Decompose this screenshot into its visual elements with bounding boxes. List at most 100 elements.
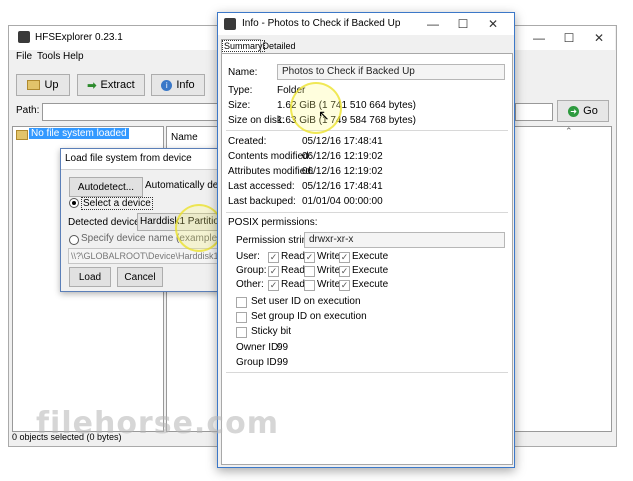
other-read-checkbox[interactable]: ✓	[268, 280, 279, 291]
other-write-checkbox[interactable]	[304, 280, 315, 291]
setuid-checkbox[interactable]	[236, 297, 247, 308]
setgid-checkbox[interactable]	[236, 312, 247, 323]
last-accessed-label: Last accessed:	[228, 181, 295, 192]
last-accessed-value: 05/12/16 17:48:41	[302, 181, 383, 192]
owner-id-value: 99	[277, 342, 289, 353]
name-label: Name:	[228, 67, 258, 78]
load-dialog-title: Load file system from device	[65, 153, 192, 164]
close-icon[interactable]: ✕	[478, 14, 508, 34]
last-backuped-label: Last backuped:	[228, 196, 296, 207]
folder-up-icon	[27, 80, 41, 90]
autodetect-button[interactable]: Autodetect...	[69, 177, 143, 197]
group-write-label: Write	[317, 265, 341, 276]
up-button[interactable]: Up	[16, 74, 70, 96]
extract-button[interactable]: ➡ Extract	[77, 74, 145, 96]
other-execute-label: Execute	[352, 279, 389, 290]
divider	[226, 372, 508, 373]
radio-dot-icon	[72, 201, 76, 205]
window-title: HFSExplorer 0.23.1	[35, 32, 123, 43]
posix-label: POSIX permissions:	[228, 217, 318, 228]
tree-item[interactable]: No file system loaded	[29, 128, 129, 139]
path-input[interactable]	[42, 103, 218, 121]
mouse-cursor-icon: ↖	[318, 107, 330, 123]
maximize-icon[interactable]: ☐	[448, 14, 478, 34]
minimize-icon[interactable]: —	[524, 28, 554, 48]
select-device-radio[interactable]	[69, 198, 79, 208]
menu-file[interactable]: File	[16, 51, 32, 62]
cursor-highlight	[175, 204, 223, 252]
sticky-label: Sticky bit	[251, 326, 292, 337]
up-label: Up	[44, 79, 59, 91]
other-label: Other:	[236, 279, 264, 290]
type-label: Type:	[228, 85, 253, 96]
created-value: 05/12/16 17:48:41	[302, 136, 383, 147]
detected-devices-label: Detected devices:	[68, 217, 148, 228]
go-arrow-icon: ➜	[568, 105, 580, 117]
user-execute-label: Execute	[352, 251, 389, 262]
user-label: User:	[236, 251, 260, 262]
other-write-label: Write	[317, 279, 341, 290]
group-execute-label: Execute	[352, 265, 389, 276]
path-input-end[interactable]	[515, 103, 553, 121]
info-label: Info	[176, 79, 195, 91]
contents-modified-label: Contents modified:	[228, 151, 312, 162]
maximize-icon[interactable]: ☐	[554, 28, 584, 48]
info-title-bar: Info - Photos to Check if Backed Up — ☐ …	[218, 13, 514, 35]
user-write-label: Write	[317, 251, 341, 262]
go-button[interactable]: ➜ Go	[557, 100, 609, 122]
column-name[interactable]: Name	[171, 132, 198, 143]
other-read-label: Read	[281, 279, 305, 290]
info-button[interactable]: i Info	[151, 74, 205, 96]
divider	[226, 212, 508, 213]
close-icon[interactable]: ✕	[584, 28, 614, 48]
tab-summary-label: Summary	[222, 40, 265, 52]
sticky-checkbox[interactable]	[236, 327, 247, 338]
group-id-label: Group ID:	[236, 357, 280, 368]
group-execute-checkbox[interactable]: ✓	[339, 266, 350, 277]
select-device-label[interactable]: Select a device	[81, 197, 153, 210]
tab-detailed[interactable]: Detailed	[261, 41, 297, 52]
tab-summary[interactable]: Summary	[221, 39, 265, 53]
load-button[interactable]: Load	[69, 267, 111, 287]
info-icon: i	[161, 79, 173, 91]
created-label: Created:	[228, 136, 267, 147]
attributes-modified-value: 06/12/16 12:19:02	[302, 166, 383, 177]
user-read-label: Read	[281, 251, 305, 262]
user-read-checkbox[interactable]: ✓	[268, 252, 279, 263]
extract-label: Extract	[100, 79, 135, 91]
app-icon	[18, 31, 30, 43]
divider	[226, 130, 508, 131]
group-label: Group:	[236, 265, 267, 276]
group-id-value: 99	[277, 357, 289, 368]
path-label: Path:	[16, 105, 40, 116]
info-window: Info - Photos to Check if Backed Up — ☐ …	[217, 12, 515, 468]
user-write-checkbox[interactable]: ✓	[304, 252, 315, 263]
menu-tools[interactable]: Tools	[37, 51, 60, 62]
cursor-highlight	[290, 82, 342, 134]
group-write-checkbox[interactable]	[304, 266, 315, 277]
setuid-label: Set user ID on execution	[251, 296, 361, 307]
info-title: Info - Photos to Check if Backed Up	[242, 18, 401, 29]
permission-string-value[interactable]: drwxr-xr-x	[304, 232, 505, 248]
folder-icon	[16, 130, 28, 140]
name-value[interactable]: Photos to Check if Backed Up	[277, 64, 505, 80]
sort-chevron-icon: ⌃	[565, 126, 573, 136]
last-backuped-value: 01/01/04 00:00:00	[302, 196, 383, 207]
minimize-icon[interactable]: —	[418, 14, 448, 34]
summary-panel: Name: Photos to Check if Backed Up Type:…	[221, 53, 513, 465]
go-label: Go	[583, 105, 598, 117]
contents-modified-value: 06/12/16 12:19:02	[302, 151, 383, 162]
user-execute-checkbox[interactable]: ✓	[339, 252, 350, 263]
setgid-label: Set group ID on execution	[251, 311, 367, 322]
other-execute-checkbox[interactable]: ✓	[339, 280, 350, 291]
watermark-logo: filehorse.com	[36, 406, 279, 441]
cancel-button[interactable]: Cancel	[117, 267, 163, 287]
load-dialog-title-bar: Load file system from device	[61, 149, 219, 170]
app-icon	[224, 18, 236, 30]
group-read-checkbox[interactable]: ✓	[268, 266, 279, 277]
menu-help[interactable]: Help	[63, 51, 84, 62]
attributes-modified-label: Attributes modified:	[228, 166, 314, 177]
extract-arrow-icon: ➡	[87, 79, 97, 92]
group-read-label: Read	[281, 265, 305, 276]
specify-device-radio[interactable]	[69, 235, 79, 245]
